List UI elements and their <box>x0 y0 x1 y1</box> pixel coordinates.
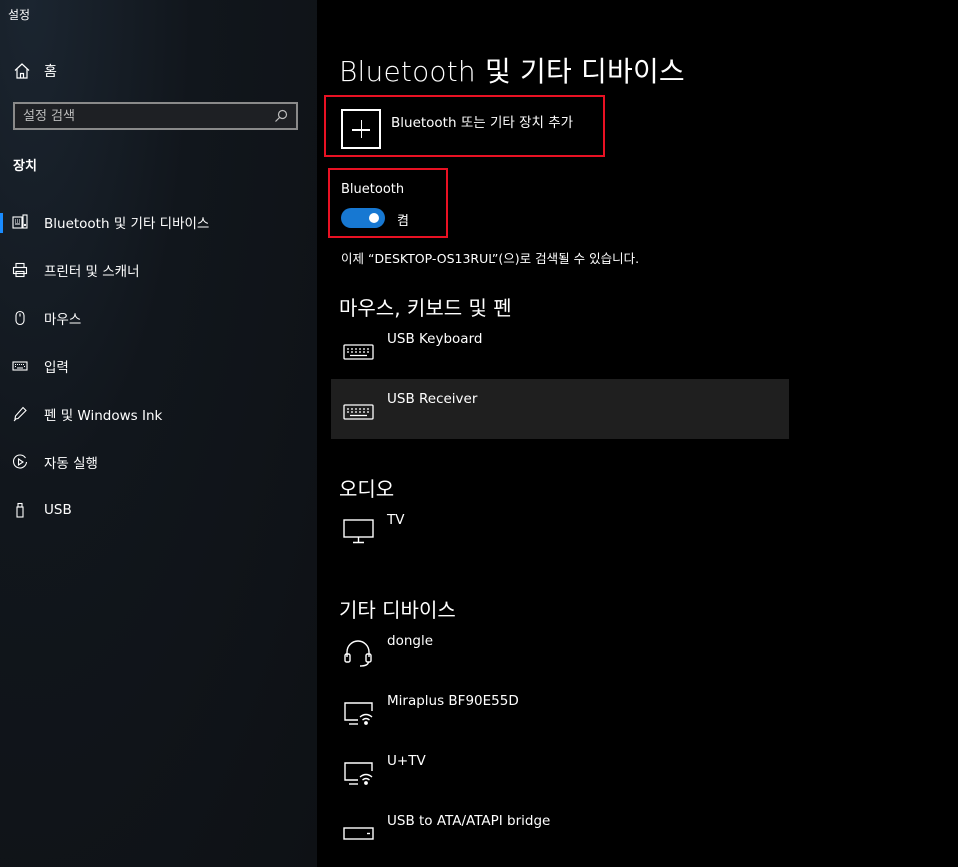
add-device-label[interactable]: Bluetooth 또는 기타 장치 추가 <box>391 111 573 131</box>
search-icon[interactable] <box>274 109 288 123</box>
sidebar-item-label: 마우스 <box>44 312 82 328</box>
sidebar-item-bluetooth[interactable]: Bluetooth 및 기타 디바이스 <box>0 204 317 240</box>
device-name: USB to ATA/ATAPI bridge <box>387 813 551 829</box>
group-header-audio: 오디오 <box>339 477 395 501</box>
device-name: USB Receiver <box>387 391 478 407</box>
sidebar-item-usb[interactable]: USB <box>0 492 317 528</box>
device-name: USB Keyboard <box>387 331 483 347</box>
bluetooth-devices-icon <box>12 214 28 229</box>
device-name: dongle <box>387 633 434 649</box>
bluetooth-label: Bluetooth <box>341 182 405 197</box>
section-label-devices: 장치 <box>13 159 37 174</box>
add-device-button[interactable] <box>341 109 381 149</box>
device-usb-receiver[interactable]: USB Receiver <box>331 379 789 439</box>
sidebar-item-label: 입력 <box>44 360 69 376</box>
keyboard-icon <box>12 361 28 371</box>
printer-icon <box>12 262 28 278</box>
device-usb-keyboard[interactable]: USB Keyboard <box>331 319 789 379</box>
sidebar-item-label: USB <box>44 502 72 518</box>
sidebar: 설정 홈 장치 Bluetooth 및 기타 디바이스 프린터 및 스캐너 마우… <box>0 0 317 867</box>
sidebar-item-label: 자동 실행 <box>44 456 98 472</box>
search-box[interactable] <box>13 102 298 130</box>
wireless-display-icon <box>344 702 373 725</box>
keyboard-icon <box>343 404 374 420</box>
keyboard-icon <box>343 344 374 360</box>
sidebar-item-pen[interactable]: 펜 및 Windows Ink <box>0 396 317 432</box>
sidebar-item-label: 프린터 및 스캐너 <box>44 264 140 280</box>
bluetooth-state-label: 켬 <box>397 214 409 229</box>
home-nav-item[interactable]: 홈 <box>13 60 57 82</box>
device-usb-ata-bridge[interactable]: USB to ATA/ATAPI bridge <box>331 801 789 861</box>
sidebar-item-label: 펜 및 Windows Ink <box>44 408 163 424</box>
settings-search-input[interactable] <box>23 108 274 124</box>
device-name: Miraplus BF90E55D <box>387 693 519 709</box>
highlight-box-bluetooth <box>328 168 448 238</box>
device-tv[interactable]: TV <box>331 500 789 560</box>
sidebar-item-printers[interactable]: 프린터 및 스캐너 <box>0 252 317 288</box>
sidebar-item-label: Bluetooth 및 기타 디바이스 <box>44 216 210 232</box>
home-icon <box>14 63 30 79</box>
page-title: Bluetooth 및 기타 디바이스 <box>339 55 685 88</box>
usb-icon <box>16 502 24 518</box>
device-name: TV <box>387 512 405 528</box>
sidebar-item-mouse[interactable]: 마우스 <box>0 300 317 336</box>
discoverable-text: 이제 “DESKTOP-OS13RUL”(으)로 검색될 수 있습니다. <box>341 251 640 266</box>
device-name: U+TV <box>387 753 426 769</box>
device-uplus-tv[interactable]: U+TV <box>331 741 789 801</box>
bluetooth-toggle[interactable] <box>341 208 385 228</box>
wireless-display-icon <box>344 762 373 785</box>
pen-icon <box>13 406 27 422</box>
main-content: Bluetooth 및 기타 디바이스 Bluetooth 또는 기타 장치 추… <box>317 0 958 867</box>
mouse-icon <box>15 310 25 326</box>
monitor-icon <box>343 519 374 544</box>
selection-indicator <box>0 213 3 233</box>
autoplay-icon <box>12 454 28 469</box>
home-label: 홈 <box>44 64 57 80</box>
group-header-input-devices: 마우스, 키보드 및 펜 <box>339 296 512 320</box>
app-title: 설정 <box>8 8 31 22</box>
toggle-knob <box>369 213 379 223</box>
drive-icon <box>343 827 374 840</box>
group-header-other-devices: 기타 디바이스 <box>339 598 456 622</box>
device-miraplus[interactable]: Miraplus BF90E55D <box>331 681 789 741</box>
sidebar-item-autoplay[interactable]: 자동 실행 <box>0 444 317 480</box>
sidebar-item-typing[interactable]: 입력 <box>0 348 317 384</box>
headset-icon <box>344 640 372 667</box>
device-dongle[interactable]: dongle <box>331 621 789 681</box>
